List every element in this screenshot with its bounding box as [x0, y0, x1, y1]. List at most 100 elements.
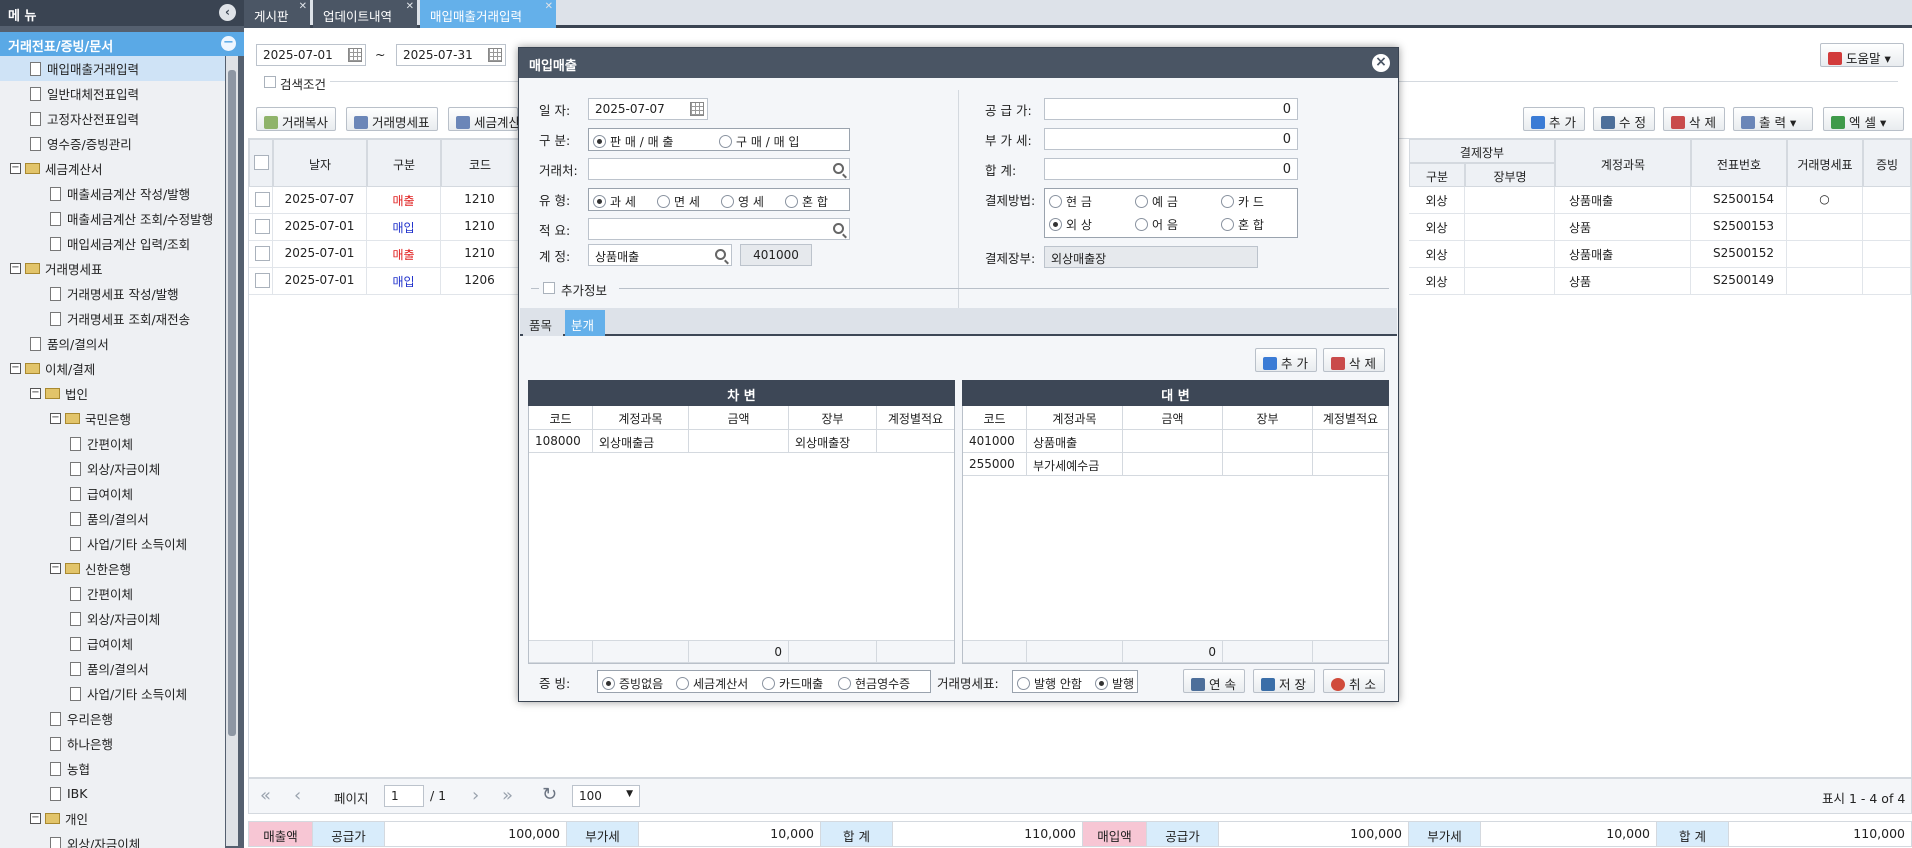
edit-button[interactable]: 수 정 [1593, 107, 1655, 131]
radio-mixed[interactable]: 혼 합 [785, 193, 828, 210]
sidebar-item[interactable]: 품의/결의서 [0, 506, 225, 531]
radio-dot[interactable] [593, 195, 606, 208]
radio-exempt[interactable]: 면 세 [657, 193, 700, 210]
extra-info-checkbox[interactable] [543, 282, 555, 294]
tax-invoice-button[interactable]: 세금계산 [448, 107, 520, 131]
close-icon[interactable]: ✕ [406, 1, 414, 12]
row-checkbox[interactable] [255, 246, 270, 261]
sidebar-item[interactable]: 거래명세표 작성/발행 [0, 281, 225, 306]
radio-dot[interactable] [838, 677, 851, 690]
col-statement-header[interactable]: 거래명세표 [1787, 139, 1863, 187]
debit-row-code[interactable]: 108000 [529, 430, 593, 453]
radio-card[interactable]: 카 드 [1221, 193, 1264, 210]
sidebar-item[interactable]: 매입세금계산 입력/조회 [0, 231, 225, 256]
page-input[interactable]: 1 [384, 785, 424, 807]
debit-row-account[interactable]: 외상매출금 [593, 430, 689, 453]
collapse-icon[interactable]: ‹ [219, 4, 236, 21]
print-button[interactable]: 출 력 ▾ [1733, 107, 1813, 131]
credit-row-account[interactable]: 부가세예수금 [1027, 453, 1123, 476]
supply-input[interactable]: 0 [1044, 98, 1298, 120]
radio-dot[interactable] [657, 195, 670, 208]
sidebar-item[interactable]: 하나은행 [0, 731, 225, 756]
search-condition-checkbox[interactable] [264, 76, 276, 88]
debit-row-amount[interactable] [689, 430, 789, 453]
last-page-icon[interactable]: » [502, 785, 513, 806]
credit-row-memo[interactable] [1313, 453, 1388, 476]
sidebar-item[interactable]: 고정자산전표입력 [0, 106, 225, 131]
radio-deposit[interactable]: 예 금 [1135, 193, 1178, 210]
radio-cash-receipt[interactable]: 현금영수증 [838, 675, 910, 692]
radio-dot[interactable] [1017, 677, 1030, 690]
first-page-icon[interactable]: « [260, 785, 271, 806]
date-input[interactable]: 2025-07-07 [588, 98, 708, 120]
next-page-icon[interactable]: › [472, 785, 479, 806]
sidebar-item[interactable]: IBK [0, 781, 225, 806]
collapse-toggle-icon[interactable]: − [50, 563, 61, 574]
sidebar-item[interactable]: 농협 [0, 756, 225, 781]
credit-row-book[interactable] [1223, 453, 1313, 476]
calendar-icon[interactable] [348, 48, 362, 62]
sidebar-item[interactable]: − 법인 [0, 381, 225, 406]
debit-row-book[interactable]: 외상매출장 [789, 430, 877, 453]
sidebar-item[interactable]: − 개인 [0, 806, 225, 831]
radio-dot[interactable] [785, 195, 798, 208]
tab-board[interactable]: 게시판 ✕ [244, 0, 310, 28]
credit-row-amount[interactable] [1123, 453, 1223, 476]
radio-dot[interactable] [1095, 677, 1108, 690]
radio-dot[interactable] [602, 677, 615, 690]
radio-no-issue[interactable]: 발행 안함 [1017, 675, 1082, 692]
radio-sales[interactable]: 판 매 / 매 출 [593, 133, 673, 150]
row-checkbox-cell[interactable] [249, 241, 273, 268]
radio-dot[interactable] [721, 195, 734, 208]
col-code-header[interactable]: 코드 [441, 139, 519, 187]
total-input[interactable]: 0 [1044, 158, 1298, 180]
sidebar-item[interactable]: 품의/결의서 [0, 331, 225, 356]
collapse-toggle-icon[interactable]: − [50, 413, 61, 424]
add-button[interactable]: 추 가 [1523, 107, 1585, 131]
debit-col-code[interactable]: 코드 [529, 406, 593, 430]
excel-button[interactable]: 엑 셀 ▾ [1823, 107, 1904, 131]
sidebar-item[interactable]: − 신한은행 [0, 556, 225, 581]
col-pay-type-header[interactable]: 구분 [1409, 163, 1465, 187]
tab-updates[interactable]: 업데이트내역 ✕ [313, 0, 417, 28]
close-icon[interactable]: × [1372, 54, 1390, 72]
radio-dot[interactable] [1221, 218, 1234, 231]
tab-purchase-sales[interactable]: 매입매출거래입력 ✕ [420, 0, 556, 28]
sidebar-item[interactable]: − 거래명세표 [0, 256, 225, 281]
radio-dot[interactable] [1049, 195, 1062, 208]
sidebar-item[interactable]: 간편이체 [0, 581, 225, 606]
radio-dot[interactable] [1135, 195, 1148, 208]
statement-button[interactable]: 거래명세표 [346, 107, 438, 131]
prev-page-icon[interactable]: ‹ [294, 785, 301, 806]
radio-cash[interactable]: 현 금 [1049, 193, 1092, 210]
radio-dot[interactable] [593, 135, 606, 148]
radio-tax-invoice[interactable]: 세금계산서 [676, 675, 748, 692]
credit-row-account[interactable]: 상품매출 [1027, 430, 1123, 453]
tab-journal[interactable]: 분개 [565, 310, 605, 336]
journal-add-button[interactable]: 추 가 [1255, 348, 1317, 372]
sidebar-item[interactable]: 외상/자금이체 [0, 831, 225, 848]
debit-col-memo[interactable]: 계정별적요 [877, 406, 954, 430]
row-checkbox[interactable] [255, 273, 270, 288]
sidebar-item[interactable]: 매출세금계산 작성/발행 [0, 181, 225, 206]
col-proof-header[interactable]: 증빙 [1863, 139, 1911, 187]
debit-row-memo[interactable] [877, 430, 954, 453]
credit-row-memo[interactable] [1313, 430, 1388, 453]
row-checkbox-cell[interactable] [249, 214, 273, 241]
sidebar-scroll-thumb[interactable] [228, 70, 236, 736]
radio-dot[interactable] [1221, 195, 1234, 208]
col-book-name-header[interactable]: 장부명 [1465, 163, 1555, 187]
collapse-toggle-icon[interactable]: − [10, 163, 21, 174]
col-date-header[interactable]: 날자 [273, 139, 367, 187]
radio-taxable[interactable]: 과 세 [593, 193, 636, 210]
tab-items[interactable]: 품목 [523, 310, 563, 336]
credit-col-memo[interactable]: 계정별적요 [1313, 406, 1388, 430]
account-input[interactable]: 상품매출 [588, 244, 732, 266]
sidebar-item[interactable]: − 세금계산서 [0, 156, 225, 181]
search-icon[interactable] [833, 163, 844, 174]
calendar-icon[interactable] [488, 48, 502, 62]
partner-input[interactable] [588, 158, 850, 180]
radio-dot[interactable] [762, 677, 775, 690]
sidebar-item[interactable]: 매출세금계산 조회/수정발행 [0, 206, 225, 231]
radio-no-proof[interactable]: 증빙없음 [602, 675, 663, 692]
